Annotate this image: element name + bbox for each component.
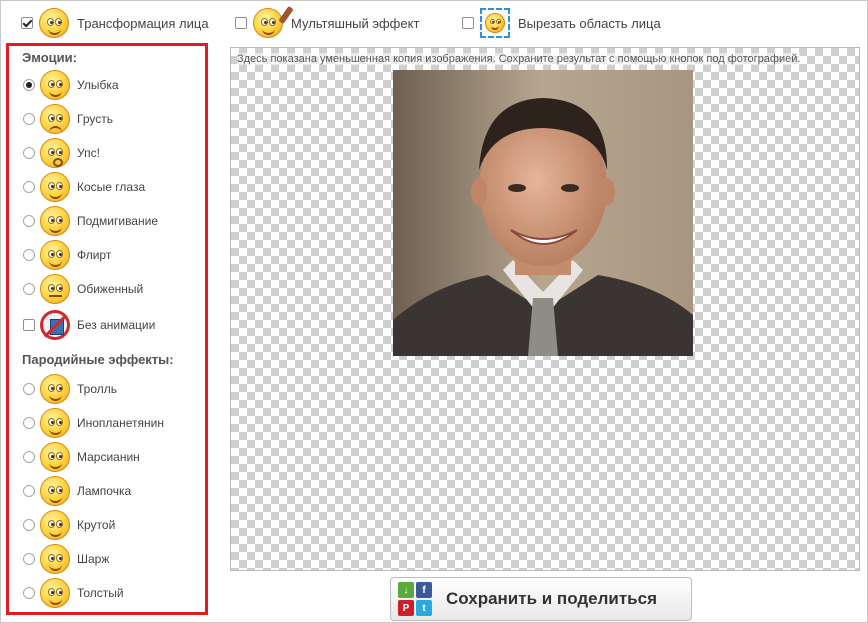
pinterest-icon: P	[398, 600, 414, 616]
twitter-icon: t	[416, 600, 432, 616]
no-animation-label: Без анимации	[77, 318, 156, 332]
fat-icon	[40, 578, 70, 608]
emotions-title: Эмоции:	[22, 50, 77, 65]
troll-label: Тролль	[77, 382, 117, 396]
crop-face-label: Вырезать область лица	[518, 15, 661, 31]
oops-icon	[40, 138, 70, 168]
flirt-label: Флирт	[77, 248, 112, 262]
sad-label: Грусть	[77, 112, 113, 126]
lightbulb-radio[interactable]	[23, 485, 35, 497]
crop-face-checkbox[interactable]	[462, 17, 474, 29]
lightbulb-label: Лампочка	[77, 484, 132, 498]
cross-eyed-radio[interactable]	[23, 181, 35, 193]
sad-radio[interactable]	[23, 113, 35, 125]
caricature-label: Шарж	[77, 552, 110, 566]
flirt-radio[interactable]	[23, 249, 35, 261]
wink-label: Подмигивание	[77, 214, 158, 228]
parody-option-lightbulb[interactable]: Лампочка	[23, 475, 203, 507]
troll-radio[interactable]	[23, 383, 35, 395]
parody-title: Пародийные эффекты:	[22, 352, 174, 367]
oops-radio[interactable]	[23, 147, 35, 159]
cartoon-effect-label: Мультяшный эффект	[291, 15, 420, 31]
cartoon-effect-icon	[253, 5, 294, 38]
alien-icon	[40, 408, 70, 438]
effects-panel: Эмоции: Улыбка Грусть Упс! Косые глаза П…	[6, 43, 208, 615]
save-and-share-button[interactable]: ↓ f P t Сохранить и поделиться	[390, 577, 692, 621]
fat-label: Толстый	[77, 586, 124, 600]
option-face-transform[interactable]: Трансформация лица	[21, 7, 209, 39]
emotion-option-sad[interactable]: Грусть	[23, 103, 203, 135]
emotion-option-oops[interactable]: Упс!	[23, 137, 203, 169]
emotion-option-smile[interactable]: Улыбка	[23, 69, 203, 101]
face-transform-label: Трансформация лица	[77, 15, 209, 31]
crop-face-icon	[480, 8, 510, 38]
caricature-radio[interactable]	[23, 553, 35, 565]
cross-eyed-icon	[40, 172, 70, 202]
emotion-option-offended[interactable]: Обиженный	[23, 273, 203, 305]
emotion-option-wink[interactable]: Подмигивание	[23, 205, 203, 237]
preview-note: Здесь показана уменьшенная копия изображ…	[237, 53, 801, 65]
troll-icon	[40, 374, 70, 404]
option-cartoon-effect[interactable]: Мультяшный эффект	[235, 5, 420, 39]
facebook-icon: f	[416, 582, 432, 598]
cool-label: Крутой	[77, 518, 116, 532]
no-animation-option[interactable]: Без анимации	[23, 309, 203, 341]
parody-option-alien[interactable]: Инопланетянин	[23, 407, 203, 439]
no-animation-checkbox[interactable]	[23, 319, 35, 331]
emotion-option-cross-eyed[interactable]: Косые глаза	[23, 171, 203, 203]
face-transform-checkbox[interactable]	[21, 17, 33, 29]
emotion-option-flirt[interactable]: Флирт	[23, 239, 203, 271]
sad-icon	[40, 104, 70, 134]
fat-radio[interactable]	[23, 587, 35, 599]
smile-icon	[40, 70, 70, 100]
parody-option-martian[interactable]: Марсианин	[23, 441, 203, 473]
flirt-icon	[40, 240, 70, 270]
alien-label: Инопланетянин	[77, 416, 164, 430]
no-animation-icon	[40, 310, 70, 340]
parody-option-troll[interactable]: Тролль	[23, 373, 203, 405]
preview-area: Здесь показана уменьшенная копия изображ…	[230, 47, 860, 571]
parody-option-fat[interactable]: Толстый	[23, 577, 203, 609]
face-transform-icon	[39, 8, 69, 38]
share-icons: ↓ f P t	[398, 582, 432, 616]
martian-radio[interactable]	[23, 451, 35, 463]
martian-icon	[40, 442, 70, 472]
smile-radio[interactable]	[23, 79, 35, 91]
offended-label: Обиженный	[77, 282, 144, 296]
offended-radio[interactable]	[23, 283, 35, 295]
cross-eyed-label: Косые глаза	[77, 180, 146, 194]
save-and-share-label: Сохранить и поделиться	[446, 589, 657, 608]
parody-option-cool[interactable]: Крутой	[23, 509, 203, 541]
parody-option-caricature[interactable]: Шарж	[23, 543, 203, 575]
option-crop-face[interactable]: Вырезать область лица	[462, 7, 661, 39]
wink-icon	[40, 206, 70, 236]
cartoon-effect-checkbox[interactable]	[235, 17, 247, 29]
martian-label: Марсианин	[77, 450, 140, 464]
offended-icon	[40, 274, 70, 304]
cool-radio[interactable]	[23, 519, 35, 531]
preview-photo	[393, 70, 693, 356]
oops-label: Упс!	[77, 146, 100, 160]
cool-icon	[40, 510, 70, 540]
alien-radio[interactable]	[23, 417, 35, 429]
wink-radio[interactable]	[23, 215, 35, 227]
caricature-icon	[40, 544, 70, 574]
lightbulb-icon	[40, 476, 70, 506]
download-icon: ↓	[398, 582, 414, 598]
smile-label: Улыбка	[77, 78, 119, 92]
